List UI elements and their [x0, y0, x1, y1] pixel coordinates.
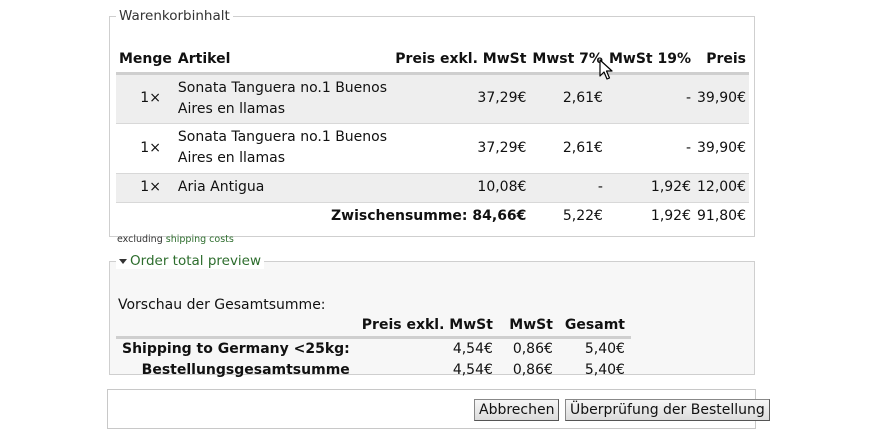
cart-table: Menge Artikel Preis exkl. MwSt Mwst 7% M… [116, 46, 749, 230]
order-total-fieldset: Order total preview Vorschau der Gesamts… [109, 253, 755, 378]
header-net-price: Preis exkl. MwSt [392, 46, 530, 75]
row-qty: 1× [116, 173, 175, 203]
subtotal-vat7: 5,22€ [562, 207, 603, 224]
cancel-button[interactable]: Abbrechen [474, 399, 560, 421]
shipping-costs-link[interactable]: shipping costs [166, 234, 234, 245]
header-article: Artikel [174, 46, 393, 75]
table-row: 1× Sonata Tanguera no.1 Buenos Aires en … [116, 73, 749, 124]
header-vat7: Mwst 7% [529, 46, 606, 75]
subtotal-net: 84,66€ [472, 207, 527, 224]
triangle-down-icon [119, 258, 127, 264]
row-vat19: 1,92€ [605, 173, 694, 203]
row-net-price: 37,29€ [392, 73, 530, 124]
order-row-vat: 0,86€ [512, 362, 553, 378]
row-qty: 1× [116, 73, 175, 124]
order-row-net: 4,54€ [452, 362, 493, 378]
order-row-label: Shipping to Germany <25kg: [122, 340, 350, 357]
table-row: 1× Sonata Tanguera no.1 Buenos Aires en … [116, 123, 749, 174]
row-vat19: - [605, 73, 694, 124]
header-price: Preis [694, 46, 749, 75]
subtotal-label: Zwischensumme: 84,66€ [116, 202, 529, 230]
row-qty: 1× [116, 123, 175, 174]
shipping-note-prefix: excluding [117, 234, 163, 245]
subtotal-label-text: Zwischensumme: [331, 207, 468, 224]
order-total-table: Preis exkl. MwSt MwSt Gesamt Shipping to… [116, 314, 631, 381]
order-header-label [116, 314, 356, 339]
order-row-vat: 0,86€ [512, 340, 553, 357]
cart-header-row: Menge Artikel Preis exkl. MwSt Mwst 7% M… [116, 46, 749, 75]
row-vat7: - [529, 173, 606, 203]
order-preview-legend-text: Order total preview [130, 253, 262, 269]
row-price: 12,00€ [694, 173, 749, 203]
row-price: 39,90€ [694, 123, 749, 174]
actions-bar: Abbrechen Überprüfung der Bestellung [107, 389, 770, 429]
shipping-note: excluding shipping costs [117, 234, 234, 245]
order-preview-title: Vorschau der Gesamtsumme: [118, 297, 326, 313]
subtotal-price: 91,80€ [697, 207, 746, 224]
order-row-net: 4,54€ [452, 340, 493, 357]
row-article: Aria Antigua [174, 173, 393, 203]
cart-contents-fieldset: Warenkorbinhalt Menge Artikel Preis exkl… [109, 8, 755, 245]
order-preview-legend[interactable]: Order total preview [116, 253, 265, 269]
order-row-total: 5,40€ [584, 340, 625, 357]
order-row-total: 5,40€ [584, 362, 625, 378]
cart-legend: Warenkorbinhalt [119, 8, 230, 24]
row-article: Sonata Tanguera no.1 Buenos Aires en lla… [174, 73, 393, 124]
row-vat7: 2,61€ [529, 123, 606, 174]
order-row-label: Bestellungsgesamtsumme [141, 362, 350, 378]
table-row: 1× Aria Antigua 10,08€ - 1,92€ 12,00€ [116, 173, 749, 203]
row-article: Sonata Tanguera no.1 Buenos Aires en lla… [174, 123, 393, 174]
table-row: Bestellungsgesamtsumme 4,54€ 0,86€ 5,40€ [116, 359, 631, 381]
row-net-price: 37,29€ [392, 123, 530, 174]
subtotal-vat19: 1,92€ [650, 207, 691, 224]
header-qty: Menge [116, 46, 175, 75]
order-header-total: Gesamt [558, 314, 631, 339]
row-price: 39,90€ [694, 73, 749, 124]
review-order-button[interactable]: Überprüfung der Bestellung [565, 399, 770, 421]
order-header-net: Preis exkl. MwSt [355, 314, 499, 339]
table-row: Shipping to Germany <25kg: 4,54€ 0,86€ 5… [116, 337, 631, 359]
row-vat7: 2,61€ [529, 73, 606, 124]
row-vat19: - [605, 123, 694, 174]
subtotal-row: Zwischensumme: 84,66€ 5,22€ 1,92€ 91,80€ [116, 202, 749, 230]
order-header-row: Preis exkl. MwSt MwSt Gesamt [116, 314, 631, 339]
header-vat19: MwSt 19% [605, 46, 694, 75]
row-net-price: 10,08€ [392, 173, 530, 203]
order-header-vat: MwSt [498, 314, 559, 339]
